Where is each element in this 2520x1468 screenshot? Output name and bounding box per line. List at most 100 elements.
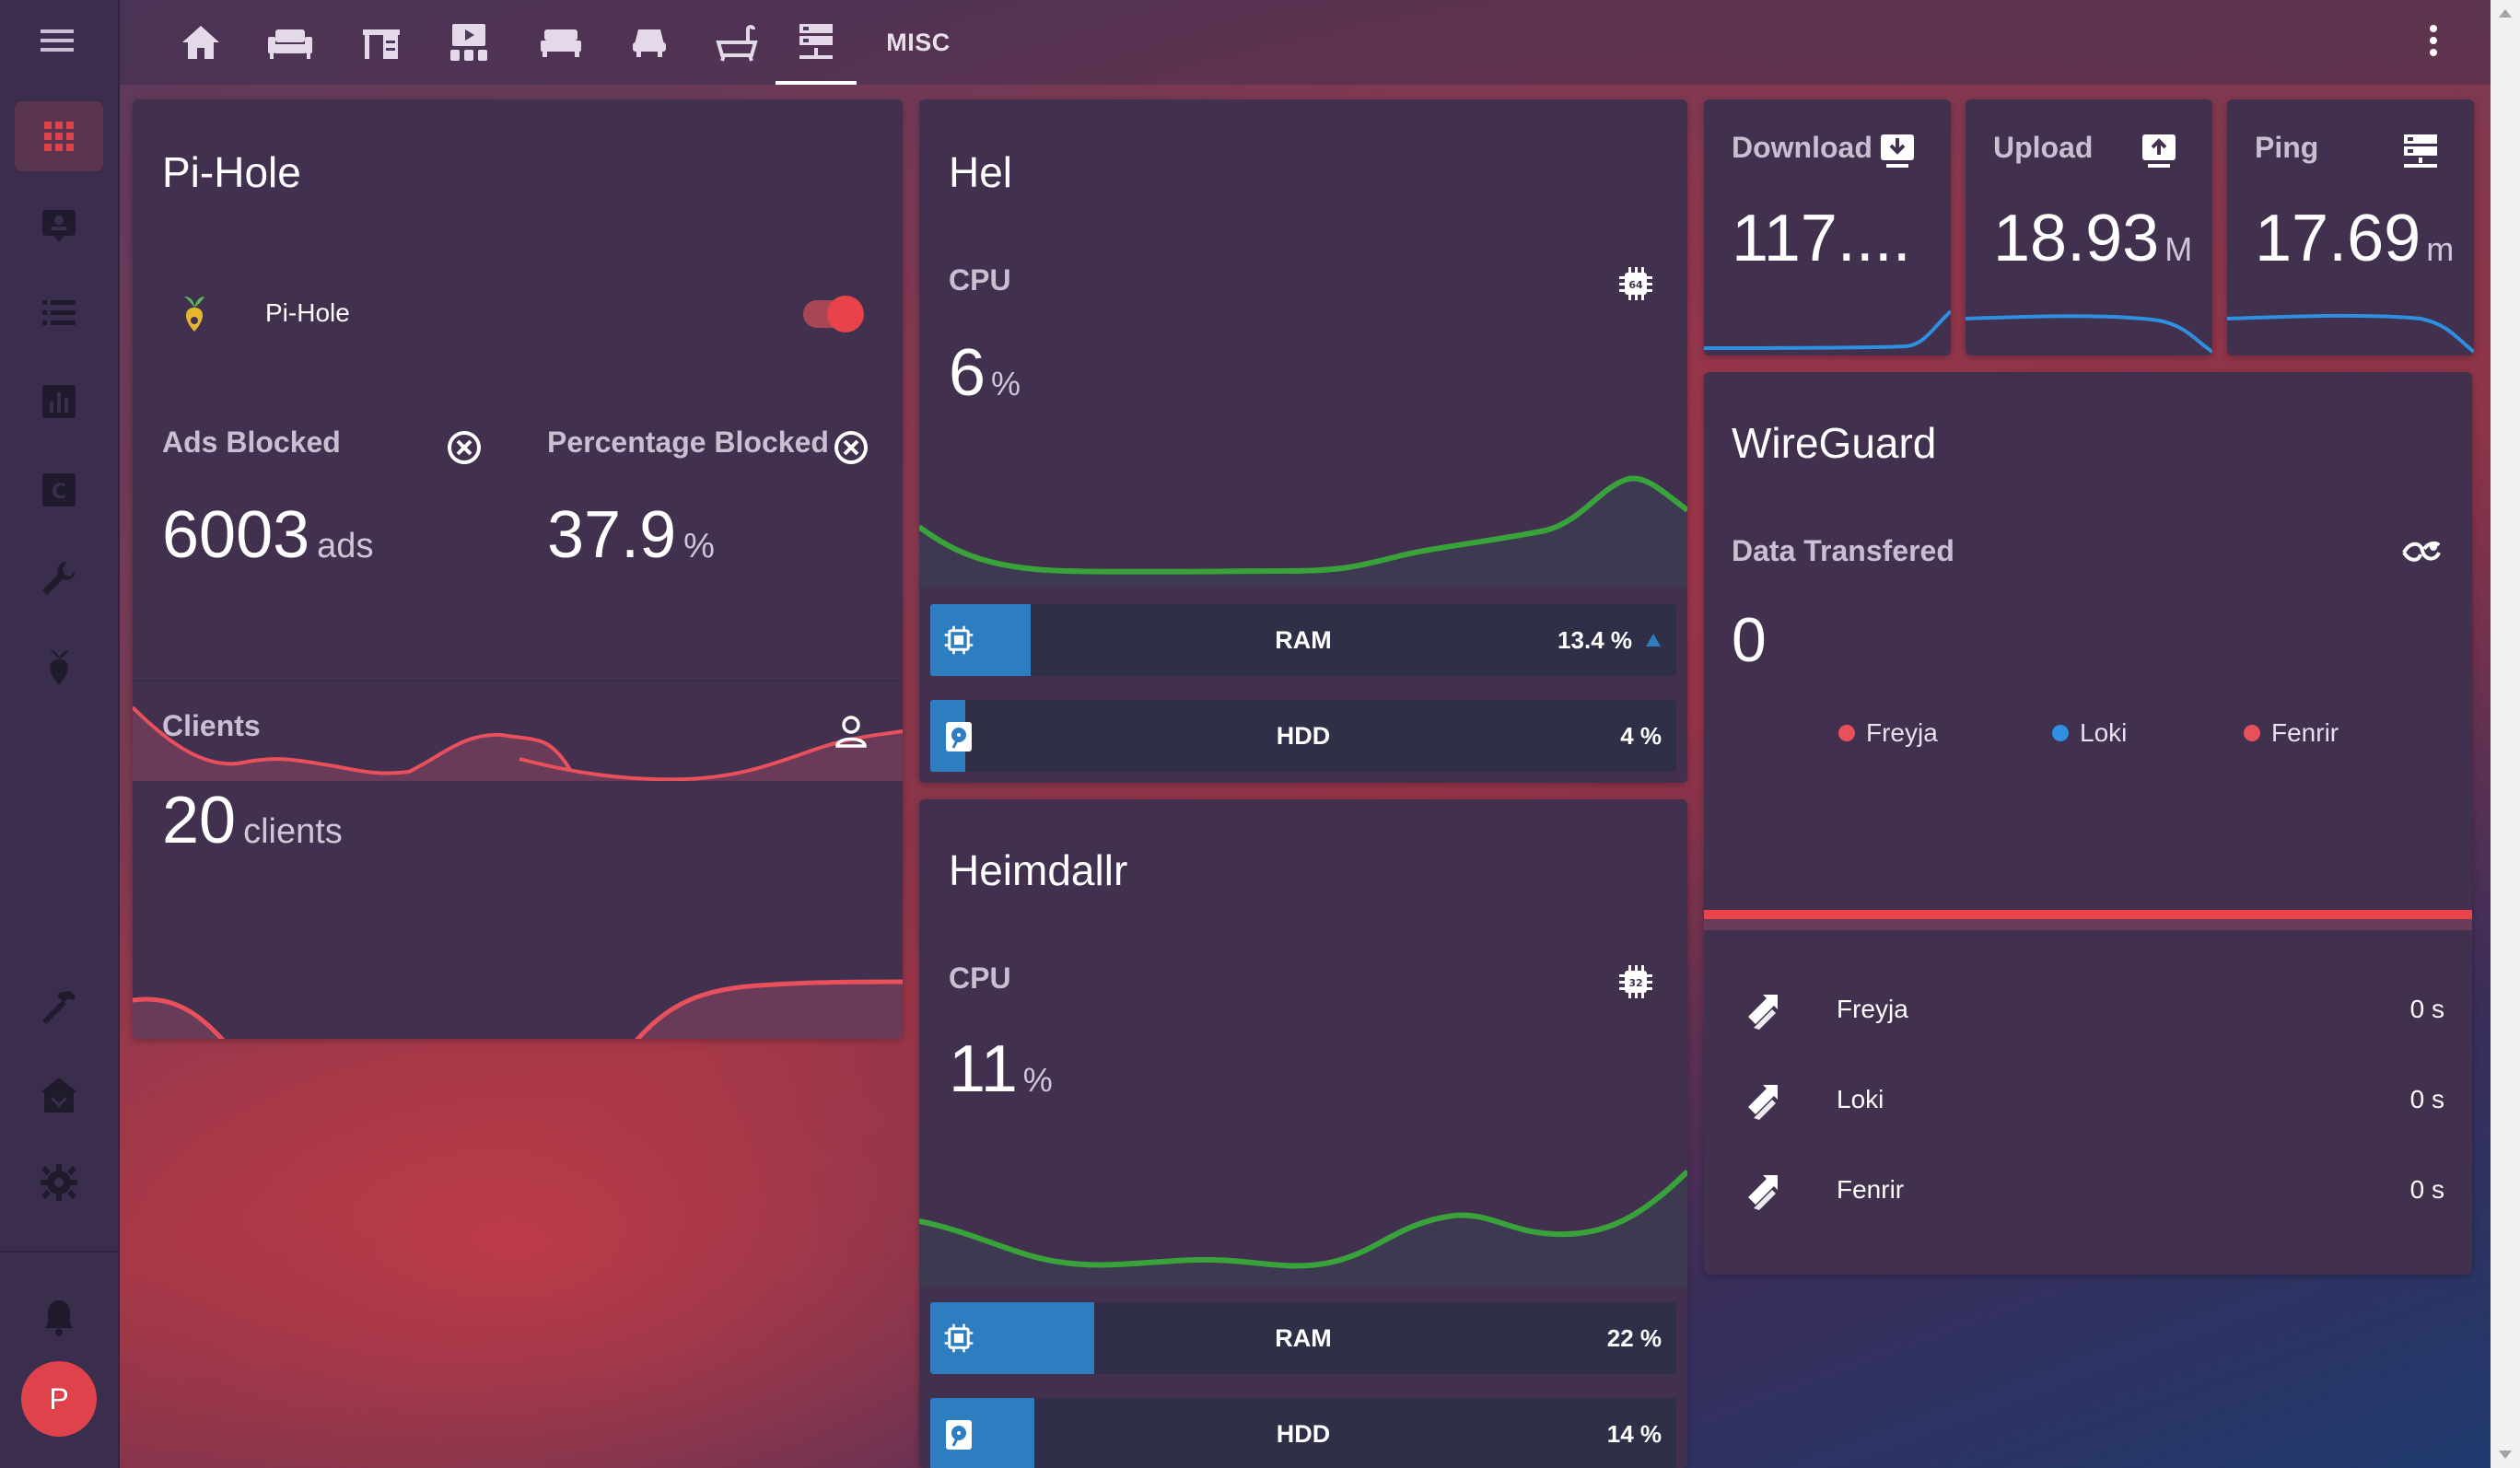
- sidebar-item-overview[interactable]: [15, 101, 103, 171]
- clients-sparkline: [133, 979, 903, 1039]
- legend-label: Fenrir: [2271, 718, 2339, 747]
- wireguard-dragon-icon: [2400, 534, 2443, 571]
- ads-blocked-number: 6003: [162, 498, 310, 572]
- card-divider: [133, 680, 903, 682]
- ping-sparkline: [2227, 313, 2474, 354]
- ads-blocked-unit: ads: [317, 527, 374, 565]
- hdd-label: HDD: [1276, 722, 1331, 750]
- pi-hole-logo-icon: [177, 293, 212, 333]
- sidebar-item-calendar[interactable]: C: [15, 455, 103, 525]
- user-avatar[interactable]: P: [21, 1361, 97, 1437]
- tab-bathroom[interactable]: [691, 0, 783, 85]
- ping-unit: m: [2426, 230, 2455, 268]
- sidebar-item-logbook[interactable]: [15, 278, 103, 348]
- legend-dot: [2052, 725, 2069, 741]
- upload-number: 18.93: [1993, 202, 2160, 275]
- ads-blocked-value: 6003 ads: [162, 497, 373, 573]
- heimdallr-cpu-sparkline: [919, 1169, 1687, 1287]
- ram-bar: RAM 22 %: [930, 1302, 1676, 1374]
- peer-name: Loki: [1837, 1085, 1884, 1113]
- ads-blocked-sparkline: [133, 705, 903, 781]
- cpu-number: 6: [949, 336, 986, 410]
- avatar-letter: P: [49, 1381, 69, 1416]
- sidebar-item-contacts[interactable]: [15, 190, 103, 260]
- theater-icon: [447, 22, 491, 63]
- chart-box-icon: [41, 383, 77, 420]
- upload-label: Upload: [1993, 131, 2094, 164]
- more-vertical-icon[interactable]: [2428, 24, 2439, 57]
- tab-theater[interactable]: [427, 0, 510, 85]
- bell-icon: [41, 1297, 77, 1337]
- sidebar-item-pihole[interactable]: [15, 632, 103, 702]
- sidebar-item-developer[interactable]: [15, 973, 103, 1043]
- list-icon: [41, 295, 77, 332]
- swap-icon: [1744, 1083, 1783, 1122]
- bed-icon: [539, 26, 583, 59]
- tab-bedroom[interactable]: [519, 0, 602, 85]
- upload-card: Upload 18.93 M: [1966, 99, 2212, 355]
- tab-living-room[interactable]: [249, 0, 332, 85]
- card-title: Heimdallr: [949, 846, 1128, 894]
- card-title: Pi-Hole: [162, 148, 301, 196]
- tab-misc-label: MISC: [886, 28, 951, 56]
- apps-grid-icon: [42, 120, 76, 153]
- card-title: WireGuard: [1732, 419, 1937, 467]
- top-tab-bar: MISC: [120, 0, 2491, 85]
- swap-icon: [1744, 993, 1783, 1031]
- ram-value: 22 %: [1606, 1324, 1662, 1352]
- server-icon: [796, 22, 836, 63]
- legend-freyja[interactable]: Freyja: [1838, 718, 1938, 748]
- tab-misc[interactable]: MISC: [868, 0, 969, 85]
- pi-hole-icon: [41, 647, 77, 687]
- tab-home[interactable]: [164, 0, 238, 85]
- sofa-icon: [266, 24, 314, 61]
- legend-loki[interactable]: Loki: [2052, 718, 2127, 748]
- card-title: Hel: [949, 148, 1013, 196]
- peer-row-fenrir[interactable]: Fenrir 0 s: [1704, 1155, 2472, 1229]
- wireguard-card: WireGuard Data Transfered 0 Freyja Loki …: [1704, 372, 2472, 1275]
- sidebar-item-history[interactable]: [15, 367, 103, 437]
- clients-number: 20: [162, 784, 237, 857]
- download-value: 117....: [1732, 202, 1911, 275]
- hdd-label: HDD: [1276, 1420, 1331, 1448]
- scroll-down-icon[interactable]: [2499, 1451, 2512, 1459]
- pihole-toggle[interactable]: [803, 296, 864, 332]
- close-circle-icon: [446, 429, 483, 466]
- home-icon: [181, 24, 221, 61]
- tab-office[interactable]: [344, 0, 418, 85]
- hdd-bar: HDD 14 %: [930, 1398, 1676, 1468]
- download-box-icon: [1879, 133, 1916, 169]
- percentage-blocked-number: 37.9: [547, 498, 677, 572]
- download-card: Download 117....: [1704, 99, 1951, 355]
- legend-label: Freyja: [1866, 718, 1938, 747]
- sidebar-item-tools[interactable]: [15, 543, 103, 613]
- hdd-value: 4 %: [1620, 722, 1662, 750]
- car-seat-icon: [631, 26, 668, 59]
- contact-card-icon: [41, 206, 77, 243]
- cpu-64-icon: 64: [1617, 265, 1654, 302]
- legend-fenrir[interactable]: Fenrir: [2244, 718, 2339, 748]
- clients-label: Clients: [162, 709, 261, 742]
- tab-servers[interactable]: [770, 0, 862, 85]
- upload-box-icon: [2141, 133, 2177, 169]
- cpu-32-icon: 32: [1617, 963, 1654, 1000]
- ram-bar: RAM 13.4 %: [930, 604, 1676, 676]
- sidebar-item-notifications[interactable]: [15, 1282, 103, 1352]
- peer-row-loki[interactable]: Loki 0 s: [1704, 1065, 2472, 1138]
- peer-name: Freyja: [1837, 995, 1908, 1023]
- heimdallr-card: Heimdallr CPU 32 11% RAM 22 % HDD 14 %: [919, 799, 1687, 1468]
- bathtub-icon: [715, 22, 759, 63]
- server-network-icon: [2402, 133, 2439, 169]
- cpu-value: 6%: [949, 335, 1021, 411]
- sidebar-item-hacs[interactable]: [15, 1061, 103, 1131]
- peer-row-freyja[interactable]: Freyja 0 s: [1704, 974, 2472, 1048]
- ram-label: RAM: [1275, 1324, 1332, 1352]
- sidebar-item-settings[interactable]: [15, 1148, 103, 1218]
- page-scrollbar[interactable]: [2491, 0, 2520, 1468]
- clients-value: 20 clients: [162, 783, 343, 858]
- menu-icon[interactable]: [33, 22, 85, 59]
- legend-label: Loki: [2080, 718, 2128, 747]
- tab-garage[interactable]: [608, 0, 691, 85]
- cpu-label: CPU: [949, 961, 1011, 995]
- scroll-up-icon[interactable]: [2499, 9, 2512, 17]
